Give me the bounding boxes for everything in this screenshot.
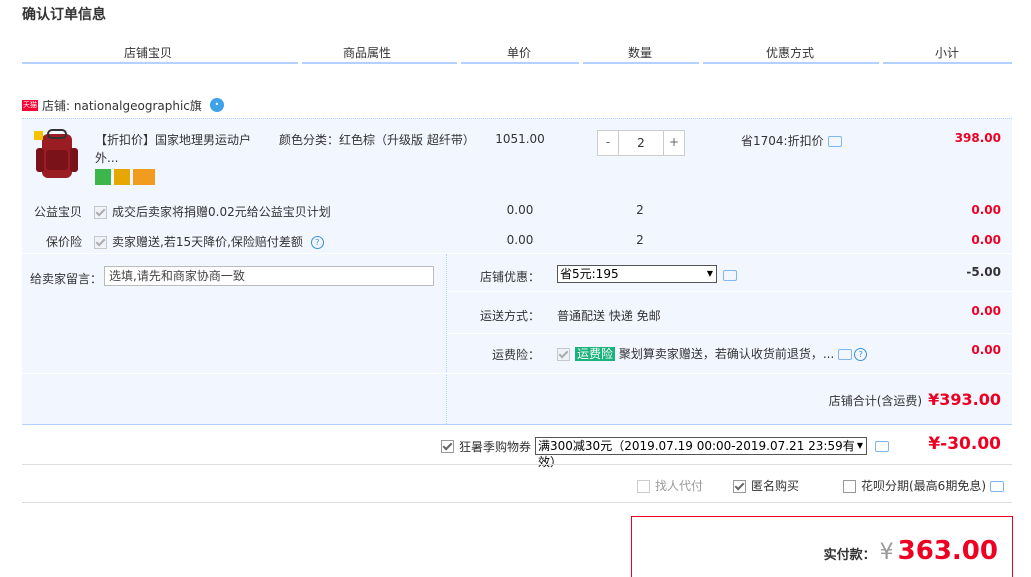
product-thumbnail[interactable] [30, 128, 88, 182]
help-icon[interactable]: ? [310, 236, 324, 249]
shipping-label: 运送方式： [479, 309, 540, 323]
payment-amount: 363.00 [897, 536, 998, 566]
col-header-subtotal: 小计 [934, 46, 959, 60]
product-name-text[interactable]: 【折扣价】国家地理男运动户外... [95, 133, 251, 165]
qty-input[interactable]: 2 [618, 131, 664, 155]
price-protect-checkbox [94, 236, 107, 249]
pay-by-proxy-checkbox[interactable] [637, 480, 650, 493]
huabei-label: 花呗分期(最高6期免息) [861, 479, 986, 493]
comment-icon[interactable] [838, 349, 853, 360]
help-icon[interactable]: ? [854, 348, 868, 361]
coupon-amount: ¥-30.00 [928, 434, 1001, 454]
price-protect-subtotal: 0.00 [971, 233, 1001, 247]
charity-checkbox [94, 206, 107, 219]
message-label: 给卖家留言： [30, 272, 103, 286]
anonymous-purchase-checkbox[interactable] [733, 480, 746, 493]
qty-minus-button[interactable]: - [598, 131, 618, 155]
shop-discount-label: 店铺优惠： [479, 270, 540, 284]
quantity-stepper[interactable]: - 2 + [597, 130, 685, 156]
col-header-attr: 商品属性 [342, 46, 391, 60]
divider [22, 424, 1012, 425]
credit-card-icon [133, 168, 155, 185]
col-header-price: 单价 [506, 46, 531, 60]
comment-icon[interactable] [875, 440, 890, 452]
coupon-select[interactable]: 满300减30元（2019.07.19 00:00-2019.07.21 23:… [535, 437, 868, 469]
anonymous-purchase-label: 匿名购买 [751, 479, 800, 493]
freight-insurance-amount: 0.00 [971, 343, 1001, 357]
shop-row: 天猫 店铺: nationalgeographic旗 • [22, 96, 224, 114]
price-protect-text: 卖家赠送,若15天降价,保险赔付差额 [112, 235, 303, 249]
product-subtotal: 398.00 [954, 131, 1001, 145]
wangwang-chat-icon[interactable]: • [209, 98, 224, 112]
charity-subtotal: 0.00 [971, 203, 1001, 217]
shop-total: 店铺合计(含运费) ¥393.00 [829, 390, 1001, 409]
divider [22, 502, 1012, 503]
divider [447, 333, 1012, 334]
qty-plus-button[interactable]: + [664, 131, 684, 155]
page-title: 确认订单信息 [22, 7, 106, 23]
unit-price: 1051.00 [495, 132, 545, 146]
discount-text: 省1704:折扣价 [741, 134, 824, 148]
tmall-icon: 天猫 [22, 99, 38, 111]
coupon-checkbox[interactable] [441, 439, 454, 453]
shop-discount-amount: -5.00 [966, 265, 1001, 279]
payment-total: 实付款： ¥ 363.00 [824, 536, 998, 566]
coupon-row: 狂暑季购物券 满300减30元（2019.07.19 00:00-2019.07… [441, 437, 890, 469]
pay-by-proxy-option[interactable]: 找人代付 [637, 477, 703, 494]
service-price-protect: 卖家赠送,若15天降价,保险赔付差额? [94, 233, 324, 250]
comment-icon[interactable] [827, 136, 842, 147]
freight-insurance-badge: 运费险 [575, 347, 616, 361]
freight-insurance-label: 运费险： [491, 348, 540, 362]
shop-total-value: ¥393.00 [928, 390, 1001, 409]
message-input[interactable]: 选填,请先和商家协商一致 [104, 266, 434, 286]
freight-insurance-text: 聚划算卖家赠送，若确认收货前退货，... [618, 347, 835, 361]
comment-icon[interactable] [723, 270, 737, 281]
product-attribute: 颜色分类：红色棕（升级版 超纤带） [279, 133, 475, 147]
pay-by-proxy-label: 找人代付 [655, 479, 704, 493]
divider [447, 291, 1012, 292]
seven-day-return-icon [95, 168, 111, 185]
col-header-qty: 数量 [627, 46, 652, 60]
charity-qty: 2 [636, 203, 644, 217]
header-divider [22, 62, 1012, 64]
divider [22, 464, 1012, 465]
coupon-label: 狂暑季购物券 [459, 439, 532, 454]
product-name[interactable]: 【折扣价】国家地理男运动户外... [95, 131, 273, 185]
shop-total-label: 店铺合计(含运费) [828, 394, 923, 408]
huabei-installment-option[interactable]: 花呗分期(最高6期免息) [843, 477, 1004, 494]
service-label-price-protect: 保价险 [45, 235, 82, 249]
service-charity: 成交后卖家将捐赠0.02元给公益宝贝计划 [94, 203, 331, 220]
freight-insurance-checkbox [557, 348, 570, 361]
divider [22, 373, 1012, 374]
price-protect-price: 0.00 [506, 233, 534, 247]
charity-text: 成交后卖家将捐赠0.02元给公益宝贝计划 [112, 205, 331, 219]
service-label-charity: 公益宝贝 [33, 205, 82, 219]
comment-icon[interactable] [990, 481, 1004, 492]
shop-discount-select[interactable]: 省5元:195 [557, 265, 717, 283]
price-protect-qty: 2 [636, 233, 644, 247]
charity-price: 0.00 [506, 203, 534, 217]
freight-insurance: 运费险 聚划算卖家赠送，若确认收货前退货，...? [557, 345, 868, 362]
shipping-amount: 0.00 [971, 304, 1001, 318]
anonymous-purchase-option[interactable]: 匿名购买 [733, 477, 799, 494]
shipping-method: 普通配送 快递 免邮 [557, 309, 661, 323]
currency-symbol: ¥ [879, 540, 894, 565]
huabei-checkbox[interactable] [843, 480, 856, 493]
col-header-discount: 优惠方式 [765, 46, 814, 60]
quality-icon [114, 168, 130, 185]
col-header-item: 店铺宝贝 [123, 46, 172, 60]
shop-name[interactable]: 店铺: nationalgeographic旗 [42, 97, 202, 114]
discount-info: 省1704:折扣价 [741, 132, 842, 149]
payment-label: 实付款： [823, 548, 876, 563]
